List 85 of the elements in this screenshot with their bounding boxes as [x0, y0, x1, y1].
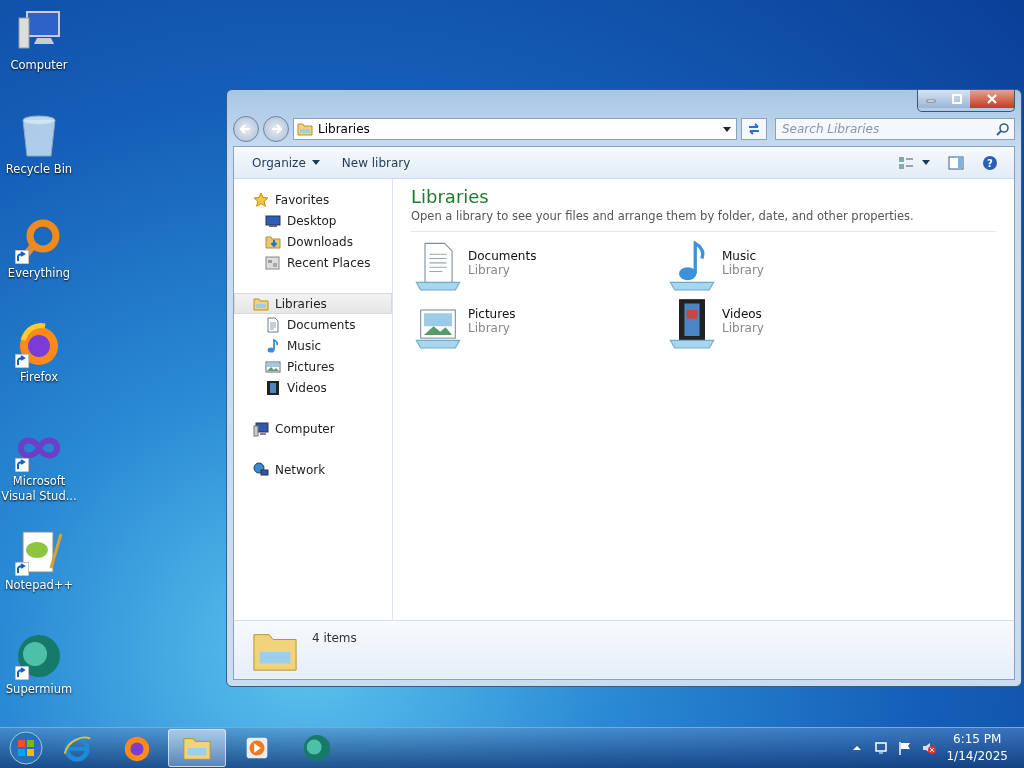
desktop-icon-label: Supermium: [4, 682, 74, 697]
forward-button[interactable]: [263, 116, 289, 142]
minimize-button[interactable]: [918, 90, 944, 108]
close-icon: [986, 94, 998, 104]
monitor-icon: [265, 212, 281, 229]
desktop-icon[interactable]: Computer: [0, 8, 78, 98]
clock[interactable]: 6:15 PM 1/14/2025: [946, 731, 1008, 765]
nav-item[interactable]: Favorites: [234, 189, 392, 210]
supermium-icon: [302, 733, 332, 763]
pane-icon: [948, 154, 964, 171]
nav-item[interactable]: Network: [234, 459, 392, 480]
item-count: 4 items: [312, 631, 357, 645]
e-logo-icon: [62, 733, 92, 763]
desktop-icon-label: Everything: [6, 266, 72, 281]
library-item[interactable]: Pictures Library: [411, 296, 665, 350]
folder-arrow-icon: [265, 233, 281, 250]
library-type: Library: [722, 321, 764, 335]
recent-places-icon: [265, 254, 281, 271]
nav-item[interactable]: Music: [234, 335, 392, 356]
maximize-icon: [951, 94, 963, 104]
dropdown-caret-icon[interactable]: [723, 127, 731, 132]
library-folder-icon: [297, 121, 313, 137]
library-name: Music: [722, 249, 758, 263]
desktop-icon[interactable]: Firefox: [0, 320, 78, 410]
nav-item[interactable]: Documents: [234, 314, 392, 335]
music-note-icon: [265, 337, 281, 354]
nav-item[interactable]: Downloads: [234, 231, 392, 252]
desktop-icon-label: Recycle Bin: [4, 162, 74, 177]
network-monitor-icon[interactable]: [874, 741, 889, 755]
desktop-icon[interactable]: Everything: [0, 216, 78, 306]
desktop-icon-label: Firefox: [18, 370, 60, 385]
library-folder-icon: [253, 295, 269, 312]
clock-date: 1/14/2025: [946, 748, 1008, 765]
library-type: Library: [722, 263, 764, 277]
clock-time: 6:15 PM: [953, 731, 1002, 748]
search-field[interactable]: Search Libraries: [775, 118, 1015, 140]
windows-orb-icon: [8, 730, 44, 766]
forward-arrow-icon: [270, 123, 282, 135]
star-icon: [253, 191, 269, 208]
maximize-button[interactable]: [944, 90, 970, 108]
help-icon: ?: [982, 154, 998, 171]
address-field[interactable]: Libraries: [293, 118, 737, 140]
desktop-icon[interactable]: Recycle Bin: [0, 112, 78, 202]
nav-item[interactable]: Recent Places: [234, 252, 392, 273]
nav-item[interactable]: Pictures: [234, 356, 392, 377]
toolbar-button[interactable]: Organize: [244, 151, 328, 174]
caret-icon: [922, 160, 930, 165]
page-description: Open a library to see your files and arrange them by folder, date, and other properties.: [411, 209, 996, 232]
toolbar-button[interactable]: New library: [333, 151, 419, 174]
library-type: Library: [468, 263, 511, 277]
picture-icon: [265, 358, 281, 375]
start-button[interactable]: [6, 728, 46, 768]
desktop-icon-label: Computer: [9, 58, 69, 73]
nav-item[interactable]: Libraries: [234, 293, 392, 314]
film-strip-icon: [265, 379, 281, 396]
library-item[interactable]: Music Library: [665, 238, 919, 292]
nav-item[interactable]: Computer: [234, 418, 392, 439]
computer-icon: [253, 420, 269, 437]
page-heading: Libraries: [411, 185, 490, 209]
library-item[interactable]: Videos Library: [665, 296, 919, 350]
close-button[interactable]: [970, 90, 1014, 108]
library-type: Library: [468, 321, 511, 335]
taskbar-button[interactable]: [168, 729, 226, 767]
refresh-button[interactable]: [741, 118, 767, 140]
nav-item[interactable]: Videos: [234, 377, 392, 398]
back-button[interactable]: [233, 116, 259, 142]
desktop-icon-label: Microsoft Visual Stud...: [1, 474, 77, 504]
refresh-arrows-icon: [746, 121, 762, 137]
library-name: Pictures: [468, 307, 516, 321]
library-name: Documents: [468, 249, 537, 263]
back-arrow-icon: [240, 123, 252, 135]
network-icon: [253, 461, 269, 478]
muted-speaker-icon[interactable]: [922, 741, 937, 755]
view-list-icon: [898, 154, 914, 171]
desktop-icon-label: Notepad++: [3, 578, 75, 593]
desktop-icon[interactable]: Microsoft Visual Stud...: [0, 424, 78, 514]
search-icon: [995, 121, 1011, 137]
library-name: Videos: [722, 307, 763, 321]
nav-item[interactable]: Desktop: [234, 210, 392, 231]
flag-icon[interactable]: [898, 741, 913, 755]
supermium-icon: [15, 632, 63, 680]
desktop-icon[interactable]: Notepad++: [0, 528, 78, 618]
document-icon: [265, 316, 281, 333]
help-button[interactable]: ?: [976, 151, 1004, 174]
library-item[interactable]: Documents Library: [411, 238, 665, 292]
